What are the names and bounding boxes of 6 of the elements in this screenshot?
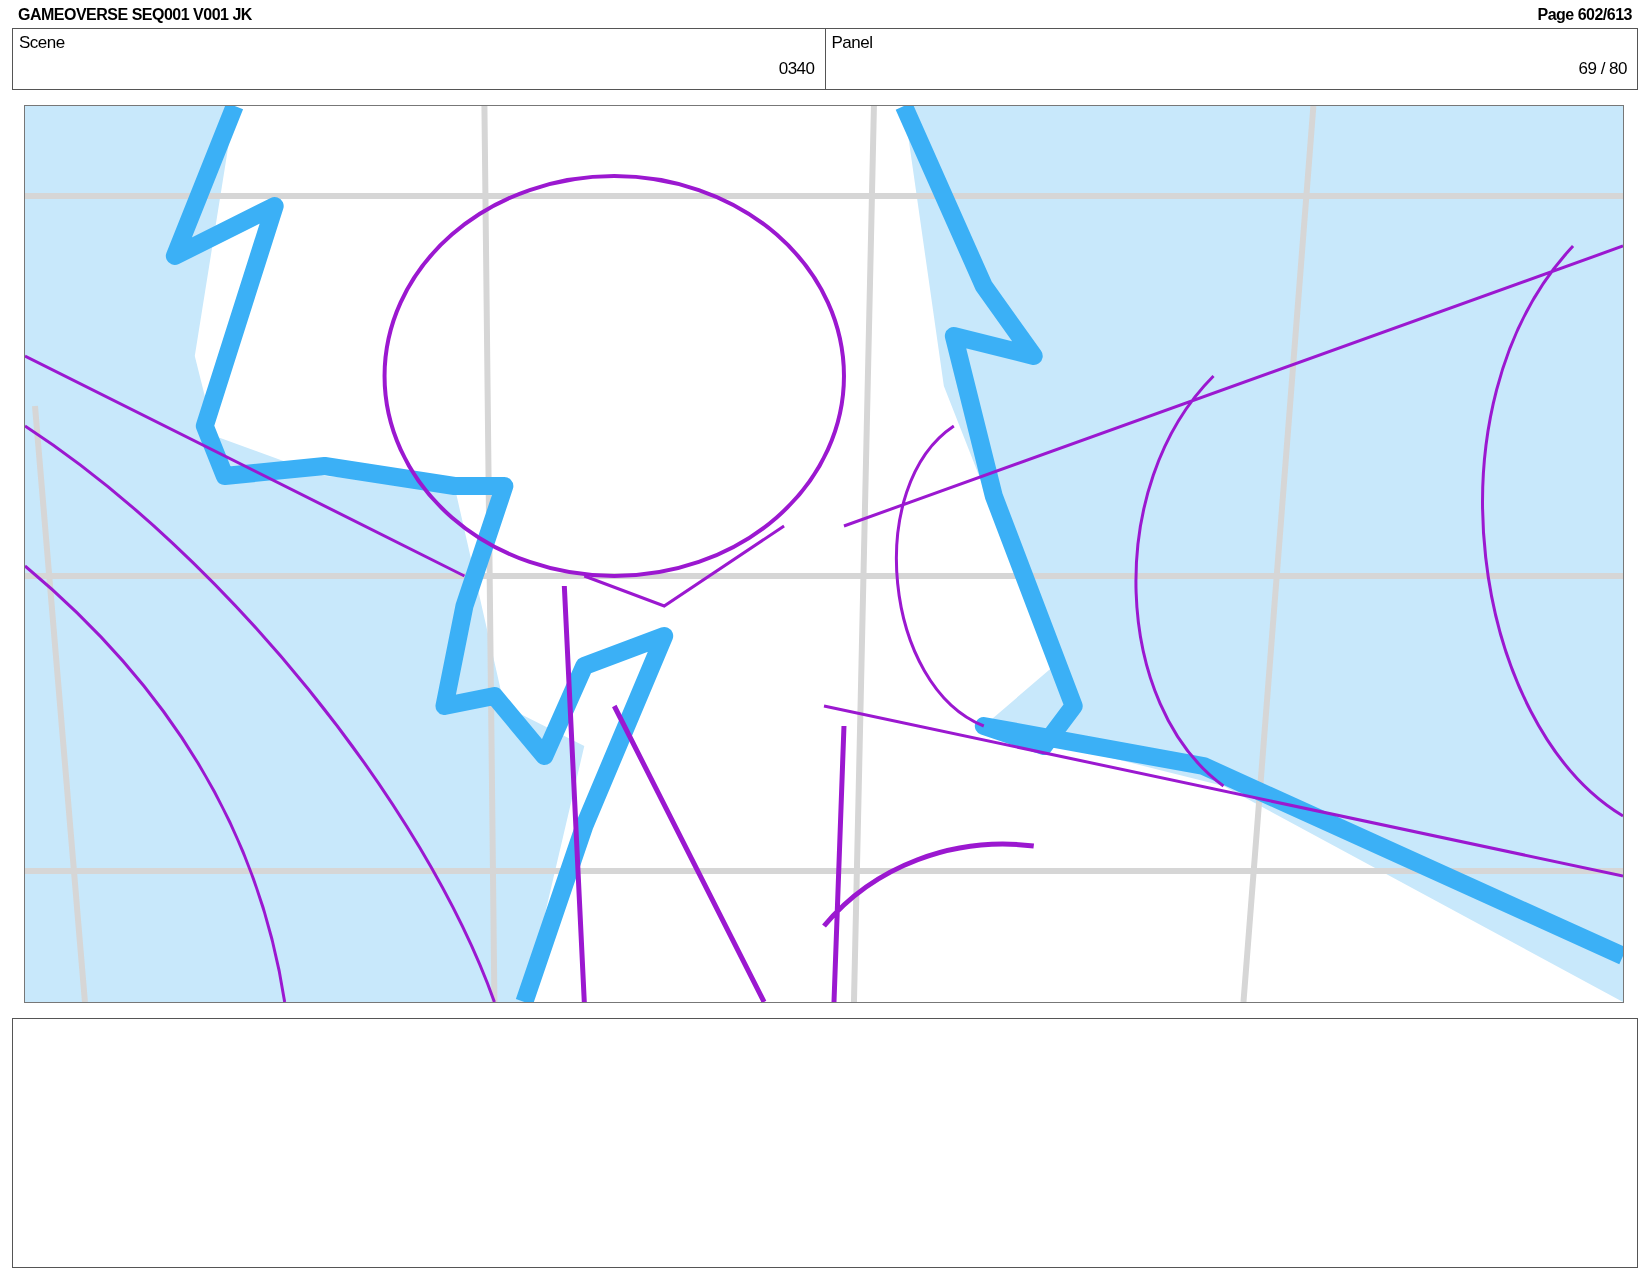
field-label: Panel <box>831 33 873 53</box>
field-value: 0340 <box>778 59 815 79</box>
page-number: Page 602/613 <box>1537 6 1632 25</box>
field-label: Scene <box>19 33 65 53</box>
field-value: 69 / 80 <box>1578 59 1627 79</box>
document-title: GAMEOVERSE SEQ001 V001 JK <box>18 6 252 25</box>
